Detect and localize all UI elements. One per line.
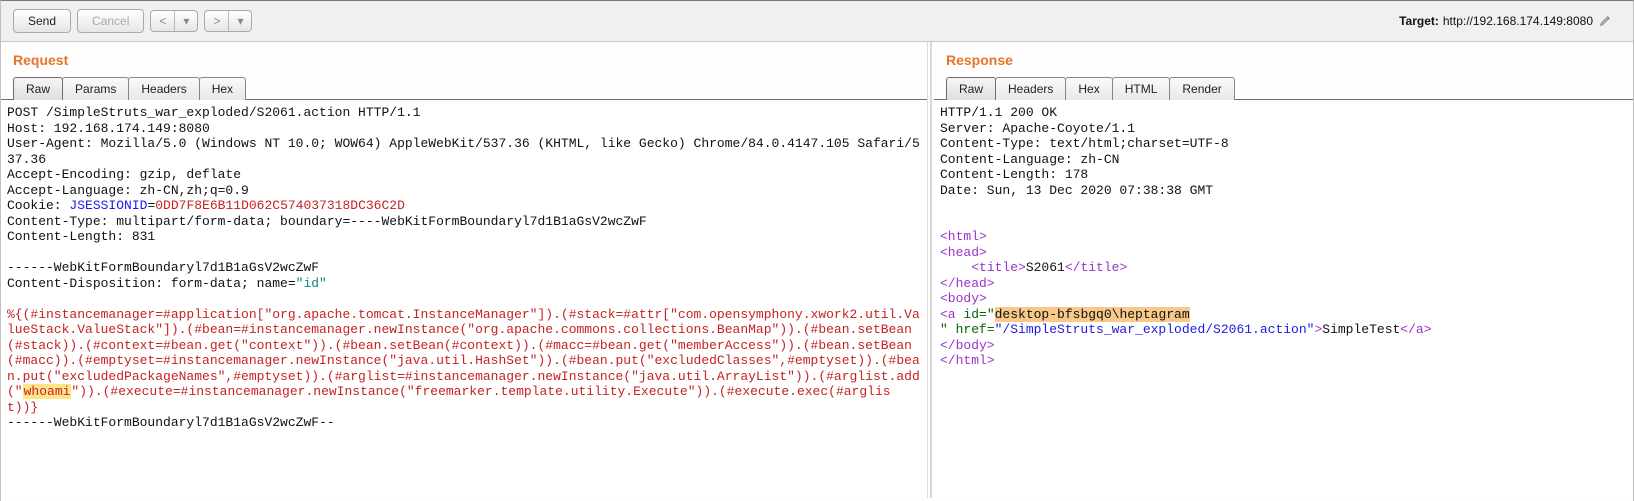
request-content[interactable]: POST /SimpleStruts_war_exploded/S2061.ac…: [1, 100, 927, 498]
main-split: Request Raw Params Headers Hex POST /Sim…: [1, 42, 1633, 498]
request-title: Request: [1, 42, 927, 74]
tab-hex[interactable]: Hex: [199, 77, 246, 100]
send-button[interactable]: Send: [13, 9, 71, 33]
payload-command: whoami: [23, 384, 72, 399]
split-handle[interactable]: [928, 42, 934, 498]
tab-hex[interactable]: Hex: [1065, 77, 1112, 100]
request-pane: Request Raw Params Headers Hex POST /Sim…: [1, 42, 928, 498]
tab-raw[interactable]: Raw: [13, 77, 63, 100]
cancel-button[interactable]: Cancel: [77, 9, 144, 33]
history-back-button[interactable]: < ▾: [150, 10, 198, 32]
toolbar: Send Cancel < ▾ > ▾ Target: http://192.1…: [1, 1, 1633, 42]
response-content[interactable]: HTTP/1.1 200 OK Server: Apache-Coyote/1.…: [934, 100, 1633, 498]
history-forward-button[interactable]: > ▾: [204, 10, 252, 32]
tab-raw[interactable]: Raw: [946, 77, 996, 100]
tab-headers[interactable]: Headers: [995, 77, 1066, 100]
target-label: Target:: [1399, 14, 1439, 28]
tab-params[interactable]: Params: [62, 77, 129, 100]
target-url: http://192.168.174.149:8080: [1443, 14, 1593, 28]
response-raw-text[interactable]: HTTP/1.1 200 OK Server: Apache-Coyote/1.…: [934, 101, 1633, 373]
response-tabbar: Raw Headers Hex HTML Render: [934, 76, 1633, 100]
whoami-result: desktop-bfsbgq0\heptagram: [995, 307, 1190, 322]
response-pane: Response Raw Headers Hex HTML Render HTT…: [934, 42, 1633, 498]
pencil-icon[interactable]: [1599, 13, 1613, 30]
tab-render[interactable]: Render: [1169, 77, 1234, 100]
response-title: Response: [934, 42, 1633, 74]
tab-headers[interactable]: Headers: [128, 77, 199, 100]
dropdown-icon: ▾: [228, 11, 251, 31]
tab-html[interactable]: HTML: [1112, 77, 1171, 100]
chevron-right-icon: >: [205, 11, 228, 31]
chevron-left-icon: <: [151, 11, 174, 31]
target-area: Target: http://192.168.174.149:8080: [1399, 13, 1621, 30]
request-raw-text[interactable]: POST /SimpleStruts_war_exploded/S2061.ac…: [1, 101, 927, 435]
request-tabbar: Raw Params Headers Hex: [1, 76, 927, 100]
dropdown-icon: ▾: [174, 11, 197, 31]
